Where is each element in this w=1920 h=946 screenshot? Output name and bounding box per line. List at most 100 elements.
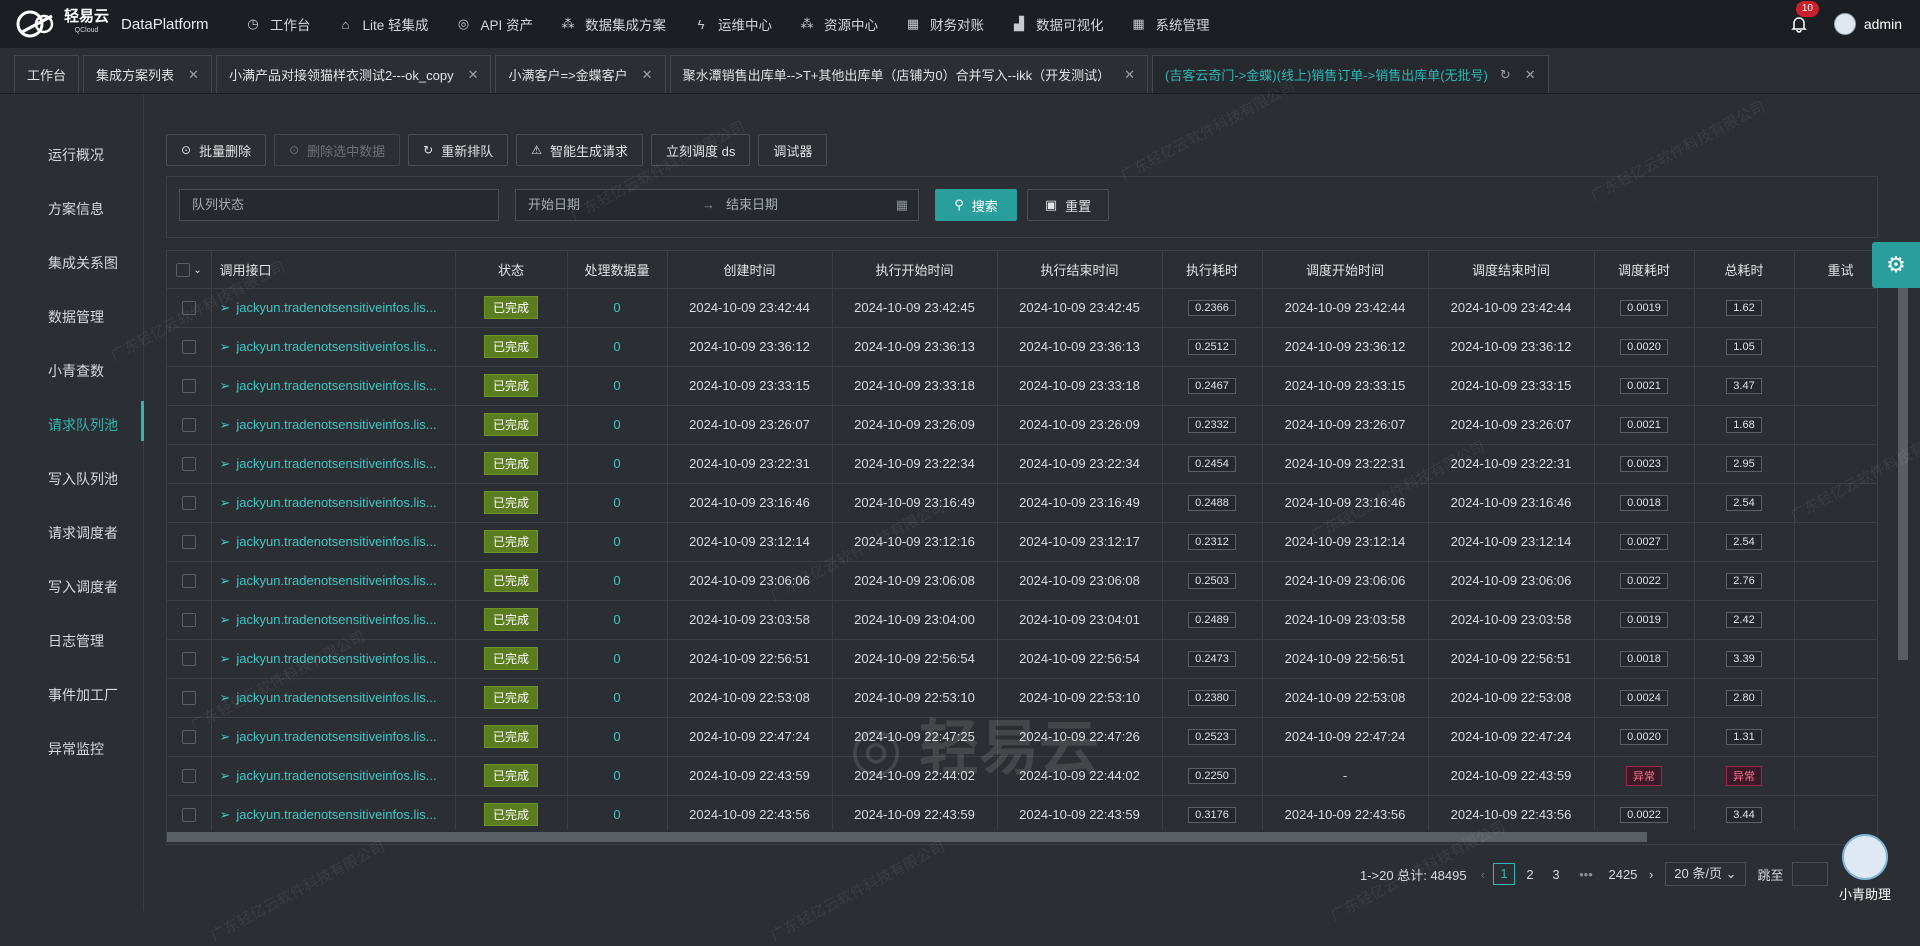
- dispatch-now-button[interactable]: 立刻调度 ds: [651, 134, 751, 166]
- api-link[interactable]: ➢ jackyun.tradenotsensitiveinfos.lis...: [220, 612, 437, 627]
- table-row[interactable]: ➢ jackyun.tradenotsensitiveinfos.lis... 已完…: [167, 444, 1877, 484]
- menu-item-2[interactable]: ◎ API 资产: [443, 0, 548, 48]
- data-count[interactable]: 0: [613, 378, 620, 393]
- table-row[interactable]: ➢ jackyun.tradenotsensitiveinfos.lis... 已完…: [167, 795, 1877, 835]
- row-checkbox[interactable]: [181, 457, 196, 472]
- api-link[interactable]: ➢ jackyun.tradenotsensitiveinfos.lis...: [220, 300, 437, 315]
- sidebar-item-0[interactable]: 运行概况: [48, 145, 104, 165]
- column-header[interactable]: 状态: [455, 251, 568, 289]
- data-count[interactable]: 0: [613, 495, 620, 510]
- close-icon[interactable]: ✕: [1525, 67, 1536, 83]
- api-link[interactable]: ➢ jackyun.tradenotsensitiveinfos.lis...: [220, 651, 437, 666]
- menu-item-3[interactable]: ⁂ 数据集成方案: [547, 0, 680, 48]
- api-cell[interactable]: ➢ jackyun.tradenotsensitiveinfos.lis...: [211, 366, 456, 406]
- close-icon[interactable]: ✕: [1124, 67, 1135, 83]
- refresh-icon[interactable]: ↻: [1500, 67, 1511, 83]
- api-name[interactable]: jackyun.tradenotsensitiveinfos.lis...: [236, 417, 436, 432]
- table-row[interactable]: ➢ jackyun.tradenotsensitiveinfos.lis... 已完…: [167, 756, 1877, 796]
- api-link[interactable]: ➢ jackyun.tradenotsensitiveinfos.lis...: [220, 495, 437, 510]
- row-checkbox[interactable]: [181, 496, 196, 511]
- queue-status-select[interactable]: 队列状态: [179, 189, 499, 221]
- close-icon[interactable]: ✕: [468, 67, 479, 83]
- api-name[interactable]: jackyun.tradenotsensitiveinfos.lis...: [236, 495, 436, 510]
- column-header[interactable]: 执行开始时间: [832, 251, 998, 289]
- tab-3[interactable]: 小满客户=>金蝶客户 ✕: [495, 55, 666, 93]
- row-checkbox[interactable]: [181, 613, 196, 628]
- row-select-cell[interactable]: [167, 561, 212, 601]
- api-name[interactable]: jackyun.tradenotsensitiveinfos.lis...: [236, 807, 436, 822]
- api-cell[interactable]: ➢ jackyun.tradenotsensitiveinfos.lis...: [211, 522, 456, 562]
- data-count[interactable]: 0: [613, 300, 620, 315]
- sidebar-item-6[interactable]: 写入队列池: [48, 469, 118, 489]
- api-cell[interactable]: ➢ jackyun.tradenotsensitiveinfos.lis...: [211, 483, 456, 523]
- api-name[interactable]: jackyun.tradenotsensitiveinfos.lis...: [236, 768, 436, 783]
- row-checkbox[interactable]: [181, 301, 196, 316]
- api-link[interactable]: ➢ jackyun.tradenotsensitiveinfos.lis...: [220, 339, 437, 354]
- api-link[interactable]: ➢ jackyun.tradenotsensitiveinfos.lis...: [220, 807, 437, 822]
- sidebar-item-8[interactable]: 写入调度者: [48, 577, 118, 597]
- api-name[interactable]: jackyun.tradenotsensitiveinfos.lis...: [236, 339, 436, 354]
- row-checkbox[interactable]: [181, 652, 196, 667]
- column-header[interactable]: 调度结束时间: [1428, 251, 1595, 289]
- column-header[interactable]: 执行耗时: [1162, 251, 1263, 289]
- sidebar-item-4[interactable]: 小青查数: [48, 361, 104, 381]
- assistant-widget[interactable]: 小青助理: [1830, 834, 1900, 903]
- debugger-button[interactable]: 调试器: [758, 134, 828, 166]
- close-icon[interactable]: ✕: [642, 67, 653, 83]
- sidebar-item-10[interactable]: 事件加工厂: [48, 685, 118, 705]
- column-header[interactable]: 调度耗时: [1594, 251, 1695, 289]
- search-button[interactable]: ⚲ 搜索: [935, 189, 1017, 221]
- tab-4[interactable]: 聚水潭销售出库单-->T+其他出库单（店铺为0）合并写入--ikk（开发测试） ✕: [669, 55, 1149, 93]
- row-checkbox[interactable]: [181, 340, 196, 355]
- table-row[interactable]: ➢ jackyun.tradenotsensitiveinfos.lis... 已完…: [167, 366, 1877, 406]
- row-select-cell[interactable]: [167, 639, 212, 679]
- start-date-input[interactable]: 开始日期: [528, 190, 580, 220]
- column-header[interactable]: 调用接口: [211, 251, 456, 289]
- api-cell[interactable]: ➢ jackyun.tradenotsensitiveinfos.lis...: [211, 444, 456, 484]
- api-name[interactable]: jackyun.tradenotsensitiveinfos.lis...: [236, 573, 436, 588]
- row-checkbox[interactable]: [181, 418, 196, 433]
- sidebar-item-1[interactable]: 方案信息: [48, 199, 104, 219]
- data-count[interactable]: 0: [613, 456, 620, 471]
- row-select-cell[interactable]: [167, 483, 212, 523]
- chevron-down-icon[interactable]: ⌄: [193, 265, 201, 276]
- tab-0[interactable]: 工作台: [14, 55, 80, 93]
- row-select-cell[interactable]: [167, 327, 212, 367]
- avatar[interactable]: [1833, 13, 1856, 35]
- next-page-icon[interactable]: ›: [1649, 867, 1653, 882]
- api-name[interactable]: jackyun.tradenotsensitiveinfos.lis...: [236, 690, 436, 705]
- sidebar-item-3[interactable]: 数据管理: [48, 307, 104, 327]
- api-link[interactable]: ➢ jackyun.tradenotsensitiveinfos.lis...: [220, 573, 437, 588]
- horizontal-scrollbar[interactable]: [167, 830, 1877, 844]
- row-select-cell[interactable]: [167, 522, 212, 562]
- notification-bell[interactable]: 10: [1790, 1, 1819, 33]
- column-header[interactable]: 处理数据量: [567, 251, 668, 289]
- column-header[interactable]: 执行结束时间: [997, 251, 1163, 289]
- row-checkbox[interactable]: [181, 691, 196, 706]
- table-row[interactable]: ➢ jackyun.tradenotsensitiveinfos.lis... 已完…: [167, 522, 1877, 562]
- row-select-cell[interactable]: [167, 678, 212, 718]
- data-count[interactable]: 0: [613, 807, 620, 822]
- row-checkbox[interactable]: [181, 379, 196, 394]
- more-pages[interactable]: •••: [1571, 867, 1601, 882]
- row-select-cell[interactable]: [167, 600, 212, 640]
- api-link[interactable]: ➢ jackyun.tradenotsensitiveinfos.lis...: [220, 456, 437, 471]
- api-cell[interactable]: ➢ jackyun.tradenotsensitiveinfos.lis...: [211, 795, 456, 835]
- select-all-checkbox[interactable]: [175, 263, 190, 278]
- data-count[interactable]: 0: [613, 729, 620, 744]
- api-name[interactable]: jackyun.tradenotsensitiveinfos.lis...: [236, 378, 436, 393]
- goto-page-input[interactable]: [1791, 862, 1828, 886]
- api-cell[interactable]: ➢ jackyun.tradenotsensitiveinfos.lis...: [211, 717, 456, 757]
- data-count[interactable]: 0: [613, 651, 620, 666]
- menu-item-4[interactable]: ϟ 运维中心: [680, 0, 786, 48]
- api-name[interactable]: jackyun.tradenotsensitiveinfos.lis...: [236, 651, 436, 666]
- menu-item-8[interactable]: ▦ 系统管理: [1118, 0, 1224, 48]
- menu-item-1[interactable]: ⌂ Lite 轻集成: [325, 0, 443, 48]
- menu-item-5[interactable]: ⁂ 资源中心: [786, 0, 892, 48]
- row-checkbox[interactable]: [181, 769, 196, 784]
- row-checkbox[interactable]: [181, 574, 196, 589]
- close-icon[interactable]: ✕: [188, 67, 199, 83]
- api-cell[interactable]: ➢ jackyun.tradenotsensitiveinfos.lis...: [211, 639, 456, 679]
- data-count[interactable]: 0: [613, 573, 620, 588]
- api-name[interactable]: jackyun.tradenotsensitiveinfos.lis...: [236, 300, 436, 315]
